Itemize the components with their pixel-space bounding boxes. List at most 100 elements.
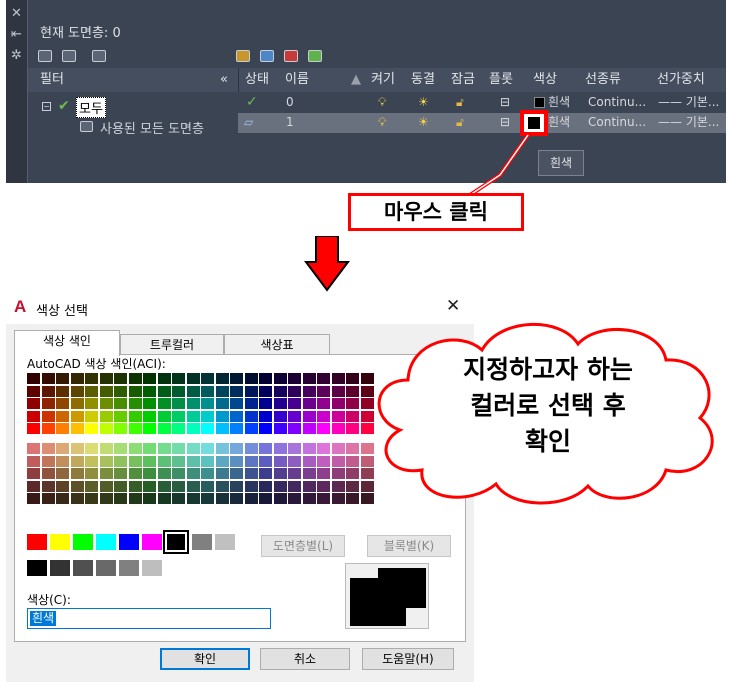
aci-color-cell[interactable]	[114, 443, 127, 454]
aci-color-cell[interactable]	[41, 423, 55, 434]
aci-color-cell[interactable]	[186, 410, 200, 422]
aci-color-cell[interactable]	[259, 423, 272, 434]
aci-color-cell[interactable]	[99, 410, 113, 422]
aci-color-cell[interactable]	[346, 385, 359, 397]
aci-color-cell[interactable]	[143, 493, 156, 504]
aci-color-cell[interactable]	[230, 455, 243, 467]
aci-color-cell[interactable]	[346, 423, 359, 434]
aci-color-cell[interactable]	[201, 480, 214, 492]
aci-color-cell[interactable]	[27, 398, 40, 409]
aci-color-cell[interactable]	[331, 480, 345, 492]
aci-color-cell[interactable]	[302, 493, 316, 504]
aci-color-cell[interactable]	[85, 385, 98, 397]
aci-color-cell[interactable]	[56, 385, 69, 397]
aci-color-cell[interactable]	[114, 373, 127, 384]
aci-color-cell[interactable]	[114, 455, 127, 467]
aci-color-cell[interactable]	[85, 423, 98, 434]
aci-color-cell[interactable]	[259, 398, 272, 409]
aci-color-cell[interactable]	[273, 410, 287, 422]
aci-color-cell[interactable]	[27, 443, 40, 454]
aci-color-cell[interactable]	[157, 373, 171, 384]
aci-color-cell[interactable]	[273, 398, 287, 409]
aci-color-cell[interactable]	[186, 385, 200, 397]
aci-color-cell[interactable]	[172, 398, 185, 409]
aci-color-cell[interactable]	[273, 443, 287, 454]
aci-color-cell[interactable]	[143, 455, 156, 467]
aci-color-cell[interactable]	[244, 398, 258, 409]
aci-color-cell[interactable]	[143, 423, 156, 434]
aci-color-cell[interactable]	[230, 373, 243, 384]
aci-color-cell[interactable]	[114, 385, 127, 397]
aci-color-cell[interactable]	[288, 480, 301, 492]
cancel-button[interactable]: 취소	[260, 648, 350, 670]
std-color-magenta[interactable]	[142, 534, 162, 550]
aci-color-cell[interactable]	[70, 398, 84, 409]
aci-color-cell[interactable]	[186, 468, 200, 479]
aci-color-cell[interactable]	[186, 493, 200, 504]
aci-color-cell[interactable]	[346, 468, 359, 479]
aci-color-cell[interactable]	[288, 373, 301, 384]
aci-color-cell[interactable]	[331, 410, 345, 422]
aci-color-cell[interactable]	[230, 480, 243, 492]
aci-color-cell[interactable]	[259, 493, 272, 504]
aci-color-cell[interactable]	[114, 480, 127, 492]
aci-color-cell[interactable]	[70, 455, 84, 467]
std-color-gray-9[interactable]	[215, 534, 235, 550]
aci-color-cell[interactable]	[85, 398, 98, 409]
aci-color-cell[interactable]	[172, 468, 185, 479]
aci-color-cell[interactable]	[331, 455, 345, 467]
aci-color-cell[interactable]	[317, 443, 330, 454]
aci-color-cell[interactable]	[259, 443, 272, 454]
aci-color-cell[interactable]	[41, 443, 55, 454]
aci-color-cell[interactable]	[41, 398, 55, 409]
help-button[interactable]: 도움말(H)	[362, 648, 454, 670]
aci-color-cell[interactable]	[56, 423, 69, 434]
aci-color-cell[interactable]	[215, 385, 229, 397]
aci-color-cell[interactable]	[273, 385, 287, 397]
std-color-green[interactable]	[73, 534, 93, 550]
aci-color-cell[interactable]	[143, 385, 156, 397]
aci-color-cell[interactable]	[201, 423, 214, 434]
aci-color-cell[interactable]	[317, 468, 330, 479]
aci-color-cell[interactable]	[172, 493, 185, 504]
aci-color-cell[interactable]	[99, 398, 113, 409]
aci-color-cell[interactable]	[41, 410, 55, 422]
aci-color-cell[interactable]	[114, 410, 127, 422]
aci-color-cell[interactable]	[41, 373, 55, 384]
aci-color-cell[interactable]	[85, 468, 98, 479]
aci-color-cell[interactable]	[273, 480, 287, 492]
aci-color-cell[interactable]	[128, 455, 142, 467]
aci-color-cell[interactable]	[99, 493, 113, 504]
aci-color-cell[interactable]	[244, 468, 258, 479]
aci-color-cell[interactable]	[215, 398, 229, 409]
aci-color-cell[interactable]	[143, 398, 156, 409]
aci-color-cell[interactable]	[143, 480, 156, 492]
aci-color-cell[interactable]	[215, 410, 229, 422]
aci-color-cell[interactable]	[41, 385, 55, 397]
aci-color-cell[interactable]	[259, 480, 272, 492]
aci-color-cell[interactable]	[201, 443, 214, 454]
aci-color-cell[interactable]	[186, 443, 200, 454]
aci-color-cell[interactable]	[331, 468, 345, 479]
aci-color-cell[interactable]	[230, 468, 243, 479]
aci-color-cell[interactable]	[172, 373, 185, 384]
std-color-blue[interactable]	[119, 534, 139, 550]
aci-color-cell[interactable]	[302, 410, 316, 422]
aci-color-cell[interactable]	[56, 455, 69, 467]
aci-color-cell[interactable]	[215, 493, 229, 504]
aci-color-cell[interactable]	[317, 410, 330, 422]
aci-color-cell[interactable]	[157, 455, 171, 467]
aci-color-cell[interactable]	[201, 455, 214, 467]
aci-color-cell[interactable]	[302, 468, 316, 479]
std-color-cyan[interactable]	[96, 534, 116, 550]
aci-color-cell[interactable]	[230, 398, 243, 409]
aci-color-cell[interactable]	[128, 373, 142, 384]
aci-color-cell[interactable]	[331, 443, 345, 454]
bylayer-button[interactable]: 도면층별(L)	[261, 535, 345, 557]
aci-color-cell[interactable]	[288, 423, 301, 434]
aci-color-cell[interactable]	[114, 468, 127, 479]
aci-color-cell[interactable]	[244, 410, 258, 422]
aci-color-cell[interactable]	[201, 373, 214, 384]
aci-color-cell[interactable]	[201, 468, 214, 479]
aci-color-cell[interactable]	[259, 468, 272, 479]
